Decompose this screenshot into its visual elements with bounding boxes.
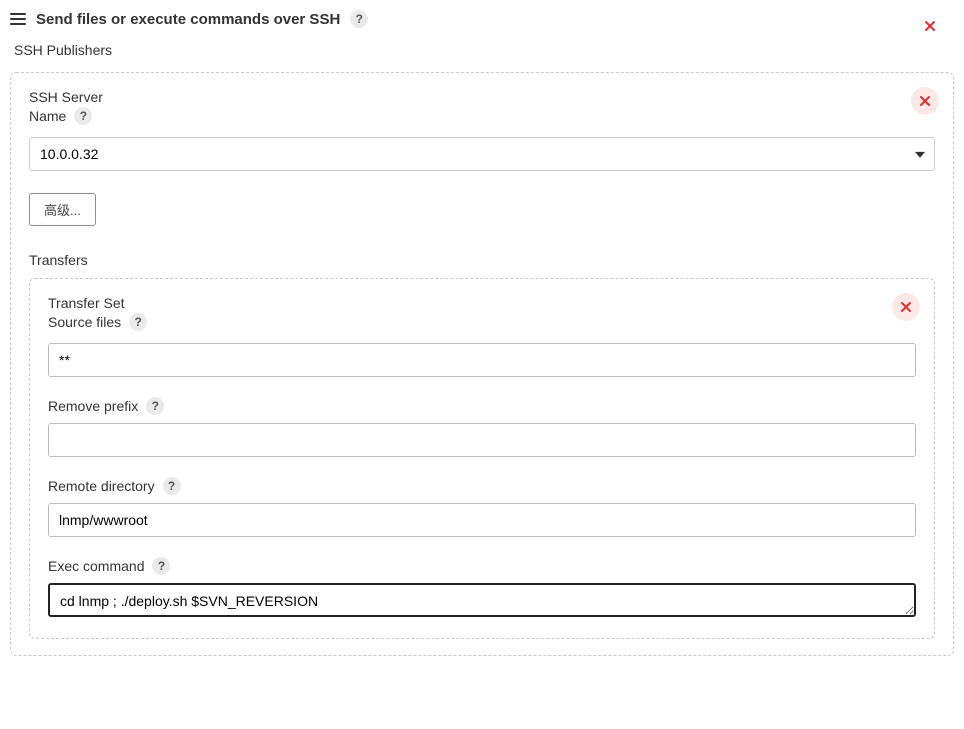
advanced-button[interactable]: 高级... xyxy=(29,193,96,226)
ssh-server-select[interactable]: 10.0.0.32 xyxy=(29,137,935,171)
transfer-set-title: Transfer Set Source files ? xyxy=(48,295,916,331)
transfers-label: Transfers xyxy=(29,252,935,268)
exec-command-input[interactable] xyxy=(48,583,916,617)
remove-server-button[interactable] xyxy=(911,87,939,115)
remove-prefix-label: Remove prefix xyxy=(48,398,138,414)
ssh-server-name-label: Name xyxy=(29,108,66,124)
ssh-server-title: SSH Server Name ? xyxy=(29,89,935,125)
remove-transfer-button[interactable] xyxy=(892,293,920,321)
exec-command-label: Exec command xyxy=(48,558,144,574)
help-icon[interactable]: ? xyxy=(129,313,147,331)
transfer-set-label: Transfer Set xyxy=(48,295,916,311)
source-files-label: Source files xyxy=(48,314,121,330)
help-icon[interactable]: ? xyxy=(163,477,181,495)
source-files-input[interactable] xyxy=(48,343,916,377)
section-title: Send files or execute commands over SSH xyxy=(36,11,340,28)
remote-directory-input[interactable] xyxy=(48,503,916,537)
remove-step-button[interactable] xyxy=(916,12,944,40)
drag-handle-icon[interactable] xyxy=(10,13,26,25)
ssh-server-block: SSH Server Name ? 10.0.0.32 高级... Transf… xyxy=(10,72,954,656)
section-header: Send files or execute commands over SSH … xyxy=(10,8,954,36)
help-icon[interactable]: ? xyxy=(146,397,164,415)
ssh-server-select-wrap: 10.0.0.32 xyxy=(29,137,935,171)
remote-directory-label: Remote directory xyxy=(48,478,155,494)
remove-prefix-input[interactable] xyxy=(48,423,916,457)
ssh-publishers-label: SSH Publishers xyxy=(14,42,954,58)
help-icon[interactable]: ? xyxy=(152,557,170,575)
transfer-set-block: Transfer Set Source files ? Remove prefi… xyxy=(29,278,935,639)
ssh-server-label: SSH Server xyxy=(29,89,103,105)
help-icon[interactable]: ? xyxy=(350,10,368,28)
help-icon[interactable]: ? xyxy=(74,107,92,125)
